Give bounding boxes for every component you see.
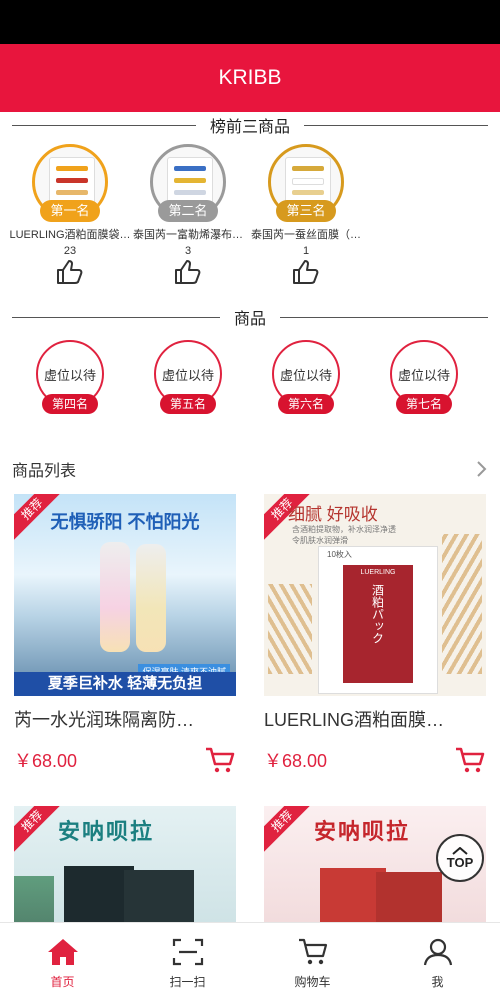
scan-icon [172, 938, 203, 966]
product-image: 推荐 细腻 好吸收 含酒粕提取物，补水润泽净透 令肌肤水润弹滑 10枚入 LUER… [264, 494, 486, 696]
placeholder-slot-4: 虚位以待 第四名 [28, 340, 112, 416]
ranking-item-1[interactable]: 第一名 LUERLING酒粕面膜袋… 23 [6, 144, 134, 285]
like-count: 3 [184, 245, 192, 257]
like-count: 23 [63, 245, 77, 257]
recommend-tag: 推荐 [264, 806, 317, 856]
back-to-top-button[interactable]: TOP [436, 834, 484, 882]
product-name: 泰国芮一蚕丝面膜（… [251, 229, 361, 241]
product-title[interactable]: LUERLING酒粕面膜… [264, 706, 486, 732]
app-header: KRIBB [0, 44, 500, 112]
cart-icon[interactable] [454, 746, 486, 774]
thumbs-up-icon[interactable] [174, 259, 202, 285]
ranking-item-2[interactable]: 第二名 泰国芮一富勒烯瀑布… 3 [124, 144, 252, 285]
rank-badge: 第五名 [160, 394, 216, 414]
rank-badge: 第七名 [396, 394, 452, 414]
chevron-up-icon [452, 846, 468, 855]
product-card[interactable]: 推荐 安呐呗拉 [14, 806, 236, 922]
chevron-right-icon[interactable] [476, 460, 488, 478]
bottom-nav: 首页 扫一扫 购物车 我 [0, 922, 500, 1001]
app-title: KRIBB [218, 66, 282, 89]
rank-badge: 第二名 [158, 200, 218, 222]
cart-icon[interactable] [204, 746, 236, 774]
product-card[interactable]: 推荐 无惧骄阳 不怕阳光 保湿亮肤 清爽不油腻 夏季巨补水 轻薄无负担 芮一水光… [14, 494, 236, 774]
thumbs-up-icon[interactable] [56, 259, 84, 285]
placeholder-slot-6: 虚位以待 第六名 [264, 340, 348, 416]
product-name: LUERLING酒粕面膜袋… [9, 229, 131, 241]
ranking-item-3[interactable]: 第三名 泰国芮一蚕丝面膜（… 1 [242, 144, 370, 285]
rank-badge: 第四名 [42, 394, 98, 414]
goods-section-title: 商品 [12, 306, 489, 328]
ranking-section-title: 榜前三商品 [12, 114, 489, 136]
product-list-header[interactable]: 商品列表 [12, 456, 488, 482]
user-icon [423, 938, 452, 966]
product-title[interactable]: 芮一水光润珠隔离防… [14, 706, 236, 732]
rank-badge: 第三名 [276, 200, 336, 222]
product-image: 推荐 安呐呗拉 [14, 806, 236, 922]
home-icon [47, 939, 78, 965]
placeholder-slot-7: 虚位以待 第七名 [382, 340, 466, 416]
product-name: 泰国芮一富勒烯瀑布… [133, 229, 243, 241]
nav-home[interactable]: 首页 [0, 923, 125, 1001]
status-bar [0, 0, 500, 44]
cart-icon [298, 938, 327, 965]
product-price: ￥68.00 [14, 751, 78, 771]
nav-me[interactable]: 我 [375, 923, 500, 1001]
product-list-title: 商品列表 [12, 463, 77, 480]
product-card[interactable]: 推荐 细腻 好吸收 含酒粕提取物，补水润泽净透 令肌肤水润弹滑 10枚入 LUER… [264, 494, 486, 774]
thumbs-up-icon[interactable] [292, 259, 320, 285]
placeholder-slot-5: 虚位以待 第五名 [146, 340, 230, 416]
nav-scan[interactable]: 扫一扫 [125, 923, 250, 1001]
product-image: 推荐 无惧骄阳 不怕阳光 保湿亮肤 清爽不油腻 夏季巨补水 轻薄无负担 [14, 494, 236, 696]
rank-badge: 第一名 [40, 200, 100, 222]
nav-cart[interactable]: 购物车 [250, 923, 375, 1001]
rank-badge: 第六名 [278, 394, 334, 414]
like-count: 1 [302, 245, 310, 257]
product-price: ￥68.00 [264, 751, 328, 771]
